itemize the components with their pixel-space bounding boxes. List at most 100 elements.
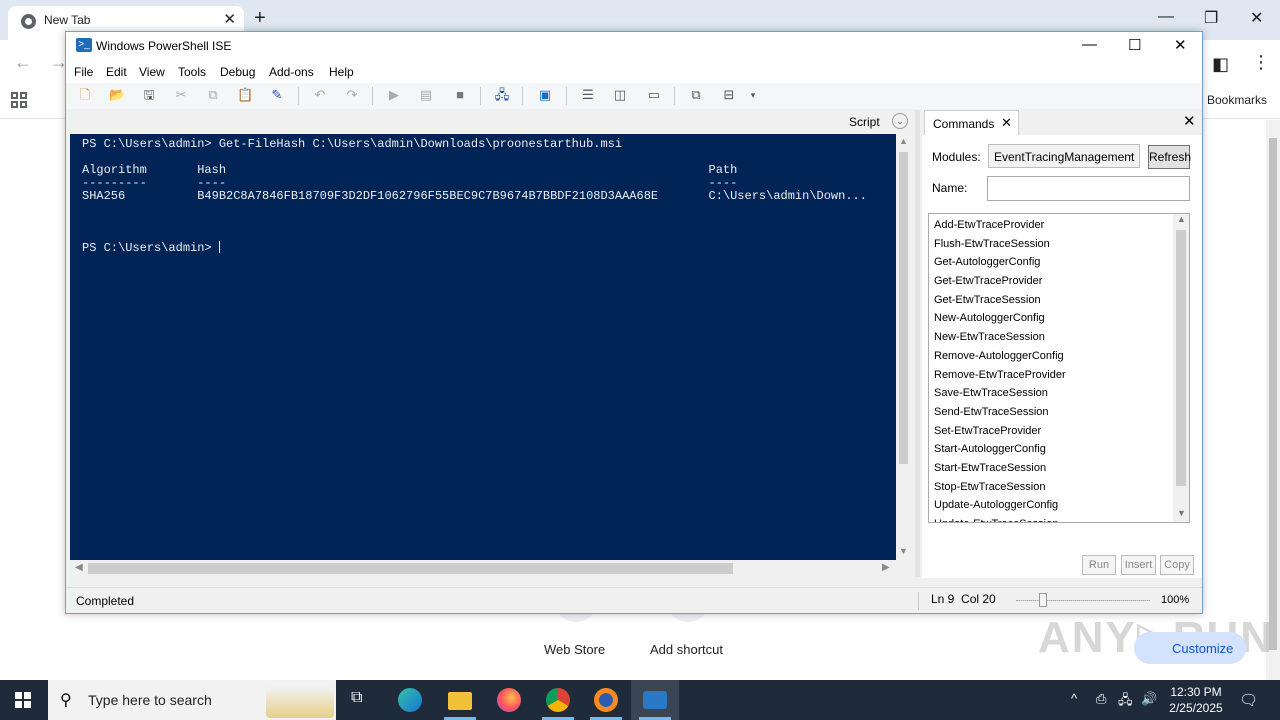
scroll-left-icon[interactable]: ◀	[75, 562, 83, 573]
new-tab-button[interactable]: +	[254, 7, 266, 30]
redo-icon[interactable]: ↷	[344, 87, 360, 103]
show-script-right-icon[interactable]: ◫	[612, 87, 628, 103]
network-icon[interactable]: 🖧	[1118, 691, 1133, 713]
toolbar-overflow-icon[interactable]: ▾	[745, 87, 761, 103]
taskbar-powershell-ise[interactable]	[631, 680, 679, 720]
pane-splitter[interactable]	[915, 110, 920, 577]
menu-view[interactable]: View	[139, 65, 165, 79]
list-item[interactable]: Remove-EtwTraceProvider	[929, 366, 1173, 385]
show-hidden-icons[interactable]: ^	[1071, 691, 1077, 706]
run-selection-icon[interactable]: ▤	[418, 87, 434, 103]
run-button[interactable]: Run	[1082, 555, 1116, 575]
menu-edit[interactable]: Edit	[106, 65, 127, 79]
volume-icon[interactable]: 🔊	[1141, 691, 1157, 707]
list-item[interactable]: New-EtwTraceSession	[929, 328, 1173, 347]
taskbar-clock[interactable]: 12:30 PM 2/25/2025	[1165, 684, 1227, 716]
commands-list-scrollbar[interactable]: ▲ ▼	[1173, 214, 1189, 522]
scroll-right-icon[interactable]: ▶	[882, 562, 890, 573]
console-horizontal-scrollbar[interactable]: ◀ ▶	[70, 560, 896, 577]
scroll-thumb[interactable]	[88, 563, 733, 574]
scroll-down-icon[interactable]: ▼	[899, 546, 908, 556]
show-script-top-icon[interactable]: ☰	[580, 87, 596, 103]
scroll-up-icon[interactable]: ▲	[899, 136, 908, 146]
list-item[interactable]: Get-EtwTraceProvider	[929, 272, 1173, 291]
console-vertical-scrollbar[interactable]: ▲ ▼	[896, 134, 911, 560]
list-item[interactable]: Get-EtwTraceSession	[929, 291, 1173, 310]
list-item[interactable]: Add-EtwTraceProvider	[929, 216, 1173, 235]
menu-addons[interactable]: Add-ons	[269, 65, 314, 79]
menu-help[interactable]: Help	[329, 65, 354, 79]
list-item[interactable]: New-AutologgerConfig	[929, 309, 1173, 328]
side-panel-icon[interactable]: ◧	[1212, 54, 1229, 75]
menu-tools[interactable]: Tools	[178, 65, 206, 79]
scroll-up-icon[interactable]: ▲	[1177, 214, 1186, 224]
task-view-button[interactable]: ⧉	[336, 680, 384, 720]
browser-restore-icon[interactable]: ❐	[1204, 8, 1218, 28]
menu-file[interactable]: File	[74, 65, 93, 79]
close-tab-icon[interactable]: ✕	[223, 10, 236, 28]
zoom-slider-track[interactable]	[1016, 600, 1150, 601]
taskbar-search-box[interactable]: ⚲ Type here to search	[48, 680, 336, 720]
list-item[interactable]: Update-EtwTraceSession	[929, 515, 1173, 522]
taskbar-app-orange[interactable]	[582, 680, 630, 720]
customize-button[interactable]: Customize	[1134, 632, 1246, 664]
scroll-thumb[interactable]	[1176, 230, 1186, 486]
shortcut-web-store[interactable]: Web Store	[544, 642, 605, 657]
close-pane-icon[interactable]: ✕	[1183, 112, 1196, 130]
browser-menu-icon[interactable]: ⋮	[1252, 52, 1270, 73]
list-item[interactable]: Get-AutologgerConfig	[929, 253, 1173, 272]
name-filter-input[interactable]	[987, 176, 1190, 201]
list-item[interactable]: Save-EtwTraceSession	[929, 384, 1173, 403]
start-powershell-icon[interactable]: ▣	[537, 87, 553, 103]
show-command-addon-icon[interactable]: ⊟	[721, 87, 737, 103]
browser-minimize-icon[interactable]: —	[1158, 8, 1174, 26]
ise-maximize-icon[interactable]: ☐	[1128, 36, 1141, 54]
list-item[interactable]: Flush-EtwTraceSession	[929, 235, 1173, 254]
back-arrow-icon[interactable]: ←	[14, 52, 32, 73]
list-item[interactable]: Remove-AutologgerConfig	[929, 347, 1173, 366]
taskbar-file-explorer[interactable]	[436, 680, 484, 720]
list-item[interactable]: Start-EtwTraceSession	[929, 459, 1173, 478]
run-script-icon[interactable]: ▶	[386, 87, 402, 103]
new-script-icon[interactable]: 🗋	[77, 87, 93, 103]
taskbar-chrome[interactable]	[534, 680, 582, 720]
show-script-maximized-icon[interactable]: ▭	[646, 87, 662, 103]
shortcut-add[interactable]: Add shortcut	[650, 642, 723, 657]
console-pane[interactable]: PS C:\Users\admin> Get-FileHash C:\Users…	[70, 134, 896, 560]
ise-close-icon[interactable]: ✕	[1174, 36, 1187, 54]
script-label[interactable]: Script	[849, 115, 880, 129]
menu-debug[interactable]: Debug	[220, 65, 255, 79]
open-script-icon[interactable]: 📂	[109, 87, 125, 103]
notifications-icon[interactable]: 🗨	[1239, 691, 1258, 709]
refresh-button[interactable]: Refresh	[1148, 145, 1191, 169]
show-script-pane-icon[interactable]: ⌄	[892, 113, 908, 129]
ise-minimize-icon[interactable]: —	[1082, 36, 1097, 53]
show-command-window-icon[interactable]: ⧉	[688, 87, 704, 103]
taskbar-edge[interactable]	[386, 680, 434, 720]
scroll-down-icon[interactable]: ▼	[1177, 508, 1186, 518]
copy-button[interactable]: Copy	[1160, 555, 1194, 575]
new-remote-tab-icon[interactable]: 🖧	[494, 87, 510, 103]
tab-commands[interactable]: Commands ✕	[924, 110, 1019, 135]
stop-operation-icon[interactable]: ■	[452, 87, 468, 103]
insert-button[interactable]: Insert	[1121, 555, 1156, 575]
clear-console-icon[interactable]: ✎	[269, 87, 285, 103]
scroll-thumb[interactable]	[899, 152, 908, 464]
page-scrollbar[interactable]	[1266, 120, 1280, 680]
list-item[interactable]: Stop-EtwTraceSession	[929, 478, 1173, 497]
apps-grid-icon[interactable]	[11, 92, 27, 108]
close-tab-icon[interactable]: ✕	[1001, 115, 1012, 131]
list-item[interactable]: Send-EtwTraceSession	[929, 403, 1173, 422]
list-item[interactable]: Update-AutologgerConfig	[929, 496, 1173, 515]
paste-icon[interactable]: 📋	[237, 87, 253, 103]
all-bookmarks-link[interactable]: Bookmarks	[1207, 93, 1267, 107]
save-script-icon[interactable]: 🖫	[141, 87, 157, 103]
taskbar-firefox[interactable]	[485, 680, 533, 720]
windows-start-icon[interactable]	[15, 692, 31, 708]
zoom-slider-thumb[interactable]	[1039, 593, 1047, 607]
modules-dropdown[interactable]: EventTracingManagement ⌄	[988, 144, 1140, 168]
list-item[interactable]: Set-EtwTraceProvider	[929, 422, 1173, 441]
browser-close-icon[interactable]: ✕	[1250, 8, 1263, 28]
undo-icon[interactable]: ↶	[312, 87, 328, 103]
list-item[interactable]: Start-AutologgerConfig	[929, 440, 1173, 459]
